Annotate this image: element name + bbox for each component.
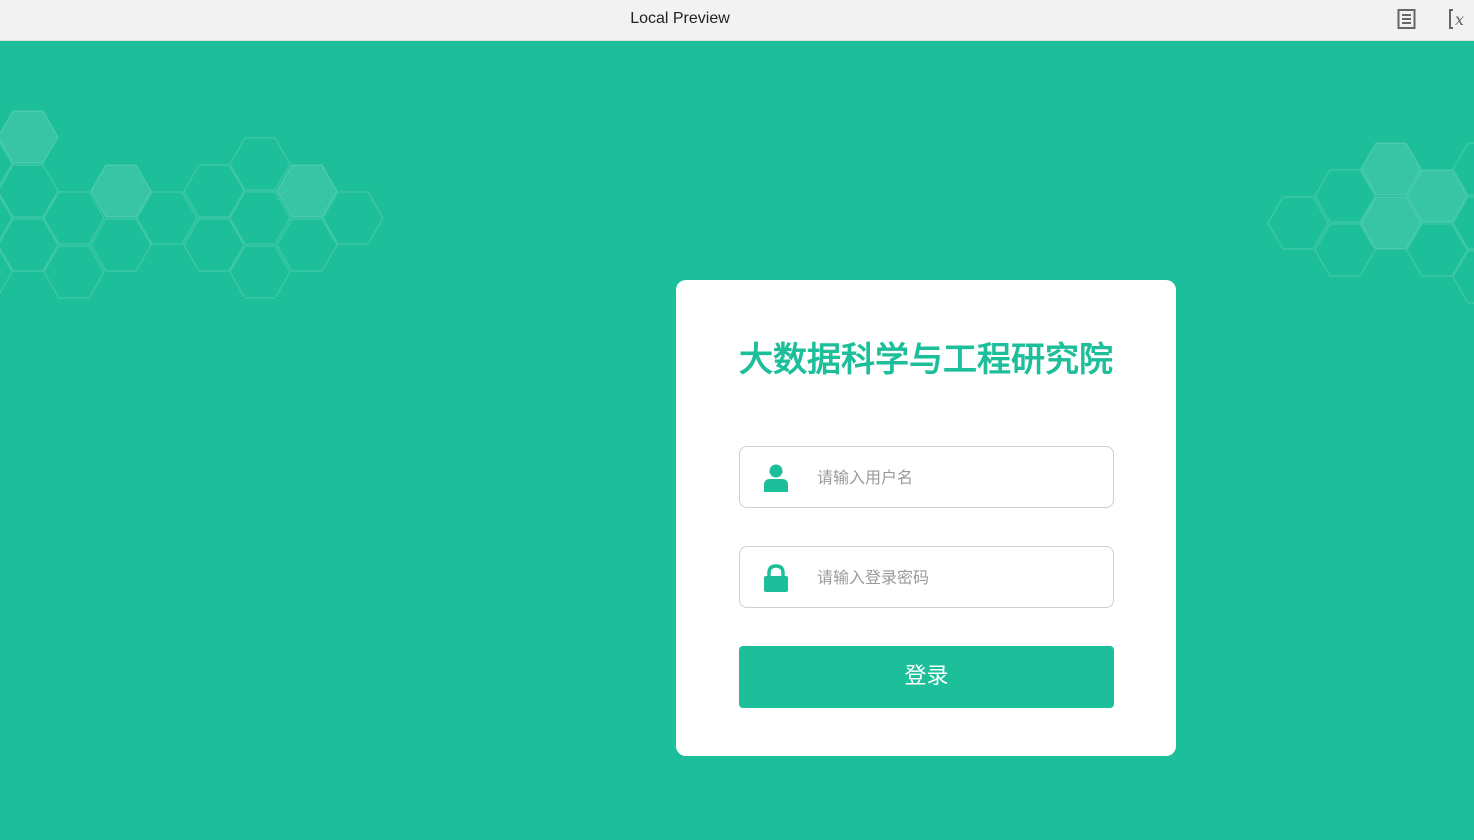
- login-page: 大数据科学与工程研究院 登录: [0, 41, 1474, 840]
- variable-x-icon[interactable]: x: [1448, 8, 1468, 30]
- user-icon: [764, 464, 788, 492]
- institute-title: 大数据科学与工程研究院: [739, 340, 1113, 380]
- hexagon-decoration: [1267, 196, 1329, 250]
- window-title: Local Preview: [630, 10, 730, 27]
- hexagon-decoration: [0, 249, 13, 295]
- document-list-icon[interactable]: [1397, 8, 1417, 30]
- hexagon-decoration: [0, 110, 59, 164]
- password-field[interactable]: [739, 546, 1114, 608]
- username-field[interactable]: [739, 446, 1114, 508]
- login-button[interactable]: 登录: [739, 646, 1114, 708]
- hexagon-decoration: [1452, 250, 1474, 304]
- username-input[interactable]: [817, 447, 1097, 507]
- login-card: 大数据科学与工程研究院 登录: [676, 280, 1176, 756]
- lock-icon: [764, 564, 788, 592]
- svg-text:x: x: [1455, 10, 1464, 29]
- hexagon-decoration: [0, 195, 13, 241]
- window-titlebar: Local Preview x: [0, 0, 1474, 41]
- password-input[interactable]: [817, 547, 1097, 607]
